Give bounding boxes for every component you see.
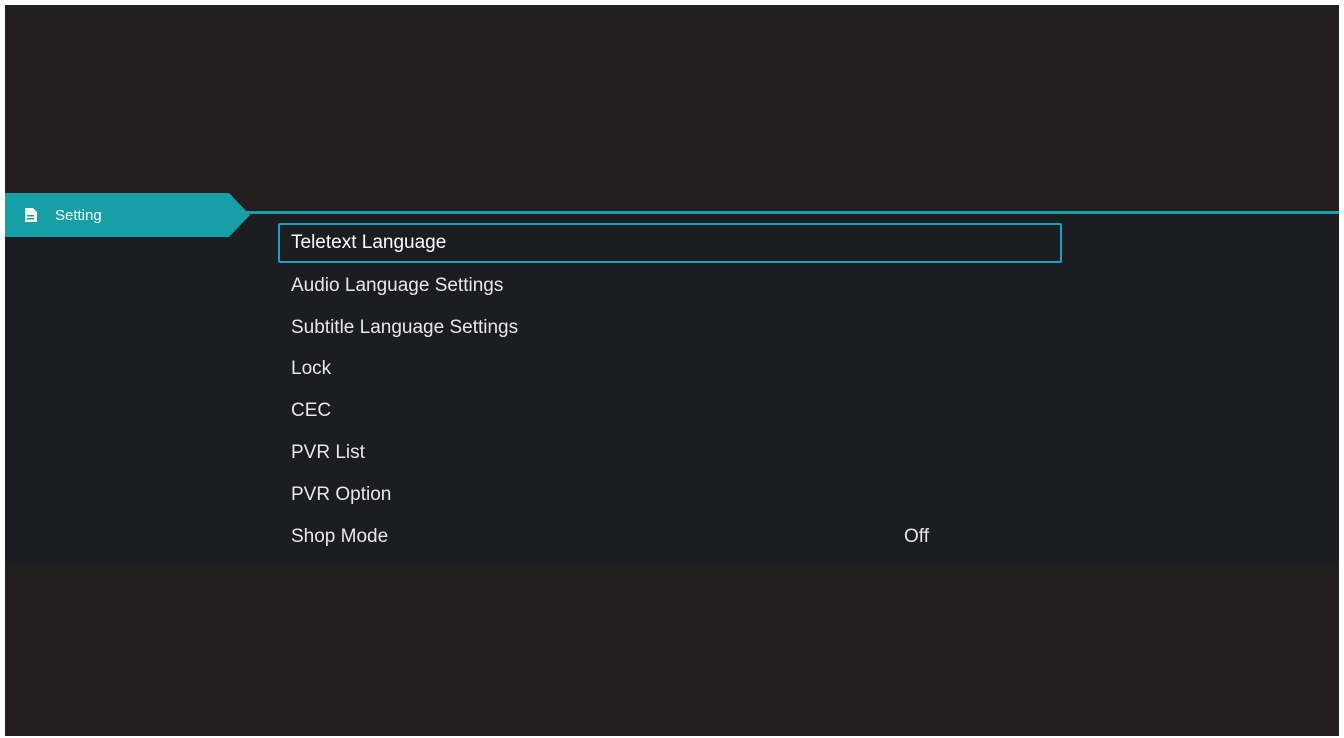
menu-item-pvr-option[interactable]: PVR Option bbox=[278, 474, 1062, 516]
menu-item-audio-language-settings[interactable]: Audio Language Settings bbox=[278, 265, 1062, 307]
menu-item-lock[interactable]: Lock bbox=[278, 349, 1062, 391]
menu-item-teletext-language[interactable]: Teletext Language bbox=[278, 223, 1062, 263]
shop-mode-value: Off bbox=[904, 525, 929, 547]
menu-item-label: PVR List bbox=[291, 442, 365, 464]
tv-screen: Setting Teletext Language Audio Language… bbox=[5, 5, 1339, 736]
settings-menu: Teletext Language Audio Language Setting… bbox=[278, 223, 1062, 558]
menu-item-subtitle-language-settings[interactable]: Subtitle Language Settings bbox=[278, 307, 1062, 349]
menu-item-label: Teletext Language bbox=[291, 232, 447, 253]
menu-item-label: PVR Option bbox=[291, 483, 392, 505]
tab-setting[interactable]: Setting bbox=[5, 193, 250, 237]
menu-item-label: Lock bbox=[291, 358, 332, 380]
menu-item-label: Shop Mode bbox=[291, 525, 389, 547]
menu-item-label: Subtitle Language Settings bbox=[291, 316, 519, 338]
menu-item-shop-mode[interactable]: Shop Mode Off bbox=[278, 516, 1062, 558]
menu-item-pvr-list[interactable]: PVR List bbox=[278, 432, 1062, 474]
menu-item-label: CEC bbox=[291, 400, 332, 422]
tab-label: Setting bbox=[55, 206, 102, 224]
menu-item-cec[interactable]: CEC bbox=[278, 390, 1062, 432]
menu-item-label: Audio Language Settings bbox=[291, 274, 504, 296]
document-icon bbox=[19, 204, 43, 226]
